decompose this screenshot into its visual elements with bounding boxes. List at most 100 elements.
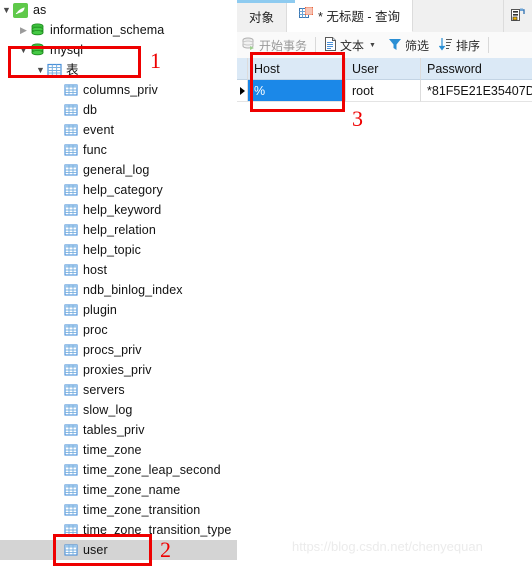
- filter-button[interactable]: 筛选: [383, 33, 434, 57]
- watermark-text: https://blog.csdn.net/chenyequan: [292, 539, 483, 554]
- tree-item-servers[interactable]: • servers: [0, 380, 237, 400]
- cell-user[interactable]: root: [346, 80, 421, 102]
- tree-item-proc[interactable]: • proc: [0, 320, 237, 340]
- tab-objects[interactable]: 对象: [237, 0, 288, 32]
- tree-item-[interactable]: ▼ 表: [0, 60, 237, 80]
- sort-button[interactable]: 排序: [434, 33, 485, 57]
- tree-item-general_log[interactable]: • general_log: [0, 160, 237, 180]
- tree-item-label: time_zone_transition_type: [83, 523, 232, 537]
- tab-extra-icon[interactable]: [503, 0, 532, 32]
- table-icon: [64, 143, 78, 157]
- table-icon: [64, 503, 78, 517]
- grid-data-row[interactable]: %root*81F5E21E35407D884: [237, 80, 532, 102]
- tree-item-user[interactable]: • user: [0, 540, 237, 560]
- tree-item-label: plugin: [83, 303, 117, 317]
- sort-descending-icon: [438, 37, 453, 54]
- annotation-number-1: 1: [150, 48, 161, 73]
- table-icon: [64, 543, 78, 557]
- annotation-number-3: 3: [352, 106, 363, 131]
- column-header-user[interactable]: User: [346, 58, 421, 80]
- tree-item-label: time_zone_leap_second: [83, 463, 221, 477]
- tree-item-help_relation[interactable]: • help_relation: [0, 220, 237, 240]
- tree-spacer: •: [51, 440, 64, 460]
- tree-spacer: •: [51, 380, 64, 400]
- annotation-number-2: 2: [160, 537, 171, 562]
- tree-item-func[interactable]: • func: [0, 140, 237, 160]
- chevron-down-icon[interactable]: ▼: [367, 42, 378, 49]
- chevron-down-icon[interactable]: ▼: [17, 40, 30, 60]
- chevron-down-icon[interactable]: ▼: [34, 60, 47, 80]
- tree-item-time_zone_transition[interactable]: • time_zone_transition: [0, 500, 237, 520]
- cell-host[interactable]: %: [248, 80, 346, 102]
- table-icon: [64, 323, 78, 337]
- column-header-host[interactable]: Host: [248, 58, 346, 80]
- filter-label: 筛选: [404, 38, 429, 53]
- table-icon: [64, 283, 78, 297]
- tree-item-time_zone_name[interactable]: • time_zone_name: [0, 480, 237, 500]
- tab-query[interactable]: * 无标题 - 查询: [287, 0, 413, 32]
- cell-password[interactable]: *81F5E21E35407D884: [421, 80, 532, 102]
- tree-item-help_keyword[interactable]: • help_keyword: [0, 200, 237, 220]
- tree-spacer: •: [51, 160, 64, 180]
- grid-gutter-header: [237, 58, 248, 80]
- table-icon: [64, 443, 78, 457]
- tree-spacer: •: [51, 480, 64, 500]
- tree-item-label: proc: [83, 323, 108, 337]
- database-tree-panel[interactable]: ▼ as▶ information_schema ▼mysql▼表•columns_p…: [0, 0, 237, 566]
- tree-item-proxies_priv[interactable]: • proxies_priv: [0, 360, 237, 380]
- tab-strip[interactable]: 对象 * 无标题 - 查询: [237, 0, 532, 33]
- tree-item-time_zone[interactable]: • time_zone: [0, 440, 237, 460]
- tree-item-host[interactable]: • host: [0, 260, 237, 280]
- tree-item-event[interactable]: • event: [0, 120, 237, 140]
- table-icon: [64, 203, 78, 217]
- tree-spacer: •: [51, 540, 64, 560]
- tree-item-columns_priv[interactable]: • columns_priv: [0, 80, 237, 100]
- tree-item-time_zone_leap_second[interactable]: • time_zone_leap_second: [0, 460, 237, 480]
- tree-spacer: •: [51, 500, 64, 520]
- table-icon: [64, 483, 78, 497]
- tree-item-label: time_zone_name: [83, 483, 181, 497]
- tree-item-label: help_topic: [83, 243, 141, 257]
- toolbar-separator-2: [488, 37, 489, 53]
- chevron-right-icon[interactable]: ▶: [17, 20, 30, 40]
- chevron-down-icon[interactable]: ▼: [0, 0, 13, 20]
- tree-item-mysql[interactable]: ▼ mysql: [0, 40, 237, 60]
- table-icon: [64, 423, 78, 437]
- tree-item-label: tables_priv: [83, 423, 145, 437]
- begin-transaction-button[interactable]: 开始事务: [237, 33, 312, 57]
- tree-item-procs_priv[interactable]: • procs_priv: [0, 340, 237, 360]
- tree-item-information_schema[interactable]: ▶ information_schema: [0, 20, 237, 40]
- tree-item-label: general_log: [83, 163, 150, 177]
- text-view-button[interactable]: 文本 ▼: [319, 33, 383, 57]
- tree-item-ndb_binlog_index[interactable]: • ndb_binlog_index: [0, 280, 237, 300]
- tree-item-help_topic[interactable]: • help_topic: [0, 240, 237, 260]
- tree-item-label: host: [83, 263, 108, 277]
- tree-spacer: •: [51, 300, 64, 320]
- tree-item-plugin[interactable]: • plugin: [0, 300, 237, 320]
- tree-spacer: •: [51, 100, 64, 120]
- tree-item-help_category[interactable]: • help_category: [0, 180, 237, 200]
- grid-toolbar[interactable]: 开始事务 文本 ▼ 筛选 排序: [237, 32, 532, 59]
- tree-item-label: db: [83, 103, 98, 117]
- column-header-password[interactable]: Password: [421, 58, 532, 80]
- data-grid[interactable]: HostUserPassword%root*81F5E21E35407D884: [237, 58, 532, 566]
- tree-spacer: •: [51, 360, 64, 380]
- table-icon: [64, 223, 78, 237]
- tree-spacer: •: [51, 400, 64, 420]
- tree-item-tables_priv[interactable]: • tables_priv: [0, 420, 237, 440]
- filter-funnel-icon: [388, 37, 402, 54]
- tree-item-db[interactable]: • db: [0, 100, 237, 120]
- toolbar-separator-1: [315, 37, 317, 53]
- tree-item-label: information_schema: [50, 23, 165, 37]
- tree-item-as[interactable]: ▼ as: [0, 0, 237, 20]
- tree-item-label: help_relation: [83, 223, 156, 237]
- tree-item-slow_log[interactable]: • slow_log: [0, 400, 237, 420]
- mysql-dolphin-icon: [13, 2, 28, 18]
- text-view-label: 文本: [340, 38, 365, 53]
- tree-item-label: func: [83, 143, 108, 157]
- tree-item-time_zone_transition_type[interactable]: • time_zone_transition_type: [0, 520, 237, 540]
- database-icon: [30, 23, 45, 38]
- tree-item-label: as: [33, 3, 47, 17]
- tab-active-underline: [237, 0, 295, 3]
- table-icon: [64, 363, 78, 377]
